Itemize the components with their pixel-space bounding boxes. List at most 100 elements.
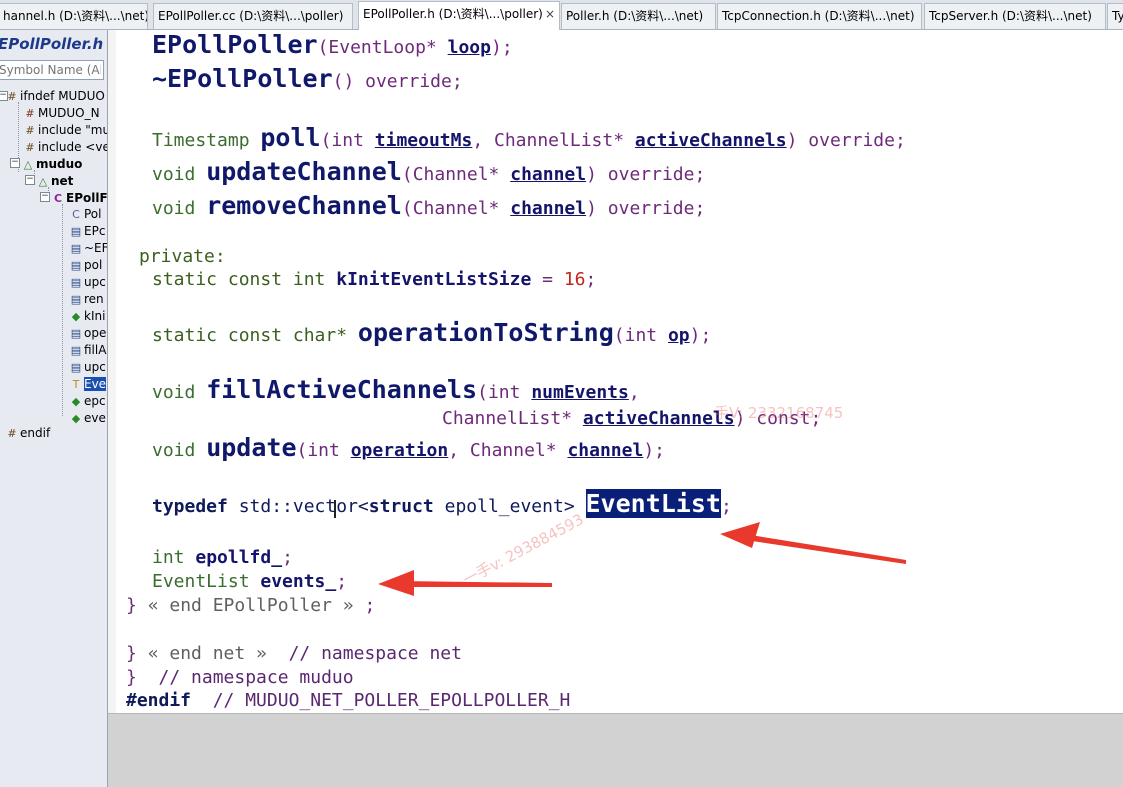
tab-label: EPollPoller.cc (D:\资料\...\poller) (158, 9, 344, 23)
code-line: ~EPollPoller() override; (152, 64, 463, 93)
member-icon: ◆ (71, 412, 81, 425)
code-editor[interactable]: EPollPoller(EventLoop* loop); ~EPollPoll… (108, 30, 1123, 713)
tree-item-label: Eve (84, 377, 107, 391)
tree-item[interactable]: ▤ fillA (70, 342, 107, 358)
tree-item-label: upc (84, 360, 106, 374)
tab-ty[interactable]: Ty (1107, 3, 1123, 29)
annotation-arrow-icon (720, 522, 906, 564)
tab-tcpserver-h[interactable]: TcpServer.h (D:\资料\...\net) (924, 3, 1106, 29)
tree-item-label: muduo (36, 157, 83, 171)
tab-channel-h[interactable]: hannel.h (D:\资料\...\net) (0, 3, 148, 29)
tree-item[interactable]: # ifndef MUDUO (6, 88, 105, 104)
method-icon: ▤ (70, 361, 82, 374)
code-line: #endif // MUDUO_NET_POLLER_EPOLLPOLLER_H (126, 690, 571, 711)
annotation-arrow-icon (378, 570, 552, 596)
tree-item[interactable]: # endif (6, 425, 50, 441)
tree-item-label: net (51, 174, 74, 188)
tree-item[interactable]: # include "mu (24, 122, 108, 138)
tree-item[interactable]: ◆ eve (70, 410, 106, 426)
selected-text: EventList (585, 489, 721, 518)
tree-item-label: ren (84, 292, 104, 306)
member-icon: ◆ (71, 310, 81, 323)
tree-item-label: ifndef MUDUO (20, 89, 105, 103)
tree-item[interactable]: △ net (37, 173, 74, 189)
code-line: void update(int operation, Channel* chan… (152, 433, 665, 462)
hash-icon: # (7, 427, 17, 440)
tree-item[interactable]: △ muduo (22, 156, 83, 172)
namespace-icon: △ (23, 158, 33, 171)
code-line: Timestamp poll(int timeoutMs, ChannelLis… (152, 123, 906, 152)
tree-item[interactable]: ▤ upc (70, 359, 106, 375)
tree-item[interactable]: ▤ pol (70, 257, 103, 273)
method-icon: ▤ (70, 259, 82, 272)
member-icon: ◆ (71, 395, 81, 408)
tree-item-label: include <ve (38, 140, 108, 154)
tab-label: hannel.h (D:\资料\...\net) (3, 9, 148, 23)
tree-line (62, 204, 63, 416)
tree-item-label: ~EF (84, 241, 108, 255)
tree-item[interactable]: # include <ve (24, 139, 108, 155)
tab-label: EPollPoller.h (D:\资料\...\poller) (363, 7, 543, 21)
code-line: void removeChannel(Channel* channel) ove… (152, 191, 706, 220)
method-icon: ▤ (70, 225, 82, 238)
code-line: typedef std::vector<struct epoll_event> … (152, 489, 732, 518)
tree-item[interactable]: ▤ upc (70, 274, 106, 290)
method-icon: ▤ (70, 276, 82, 289)
include-icon: # (25, 124, 35, 137)
collapse-toggle[interactable]: − (25, 175, 35, 185)
tree-item-label: pol (84, 258, 103, 272)
collapse-toggle[interactable]: − (40, 192, 50, 202)
code-line: } « end net » // namespace net (126, 643, 462, 664)
tree-item-label: endif (20, 426, 51, 440)
code-line: static const int kInitEventListSize = 16… (152, 269, 597, 290)
namespace-icon: △ (38, 175, 48, 188)
tab-tcpconnection-h[interactable]: TcpConnection.h (D:\资料\...\net) (717, 3, 922, 29)
tree-item-label: Pol (84, 207, 102, 221)
close-icon[interactable]: × (545, 2, 555, 26)
tree-item-label: epc (84, 394, 106, 408)
symbol-search-input[interactable] (0, 60, 104, 80)
typedef-icon: T (72, 378, 80, 391)
tree-item-label: fillA (84, 343, 107, 357)
code-line: EventList events_; (152, 571, 348, 592)
tab-epollpoller-cc[interactable]: EPollPoller.cc (D:\资料\...\poller) (153, 3, 353, 29)
include-icon: # (25, 141, 35, 154)
class-icon: C (72, 208, 80, 221)
tree-item[interactable]: ▤ ope (70, 325, 107, 341)
editor-tab-bar: hannel.h (D:\资料\...\net) EPollPoller.cc … (0, 0, 1123, 30)
tree-item[interactable]: ▤ EPc (70, 223, 106, 239)
collapse-toggle[interactable]: − (10, 158, 20, 168)
code-line: int epollfd_; (152, 547, 293, 568)
method-icon: ▤ (70, 242, 82, 255)
tab-label: Poller.h (D:\资料\...\net) (566, 9, 704, 23)
class-icon: C (53, 192, 63, 205)
tree-item-label: EPc (84, 224, 106, 238)
code-line: } // namespace muduo (126, 667, 354, 688)
hash-icon: # (7, 90, 17, 103)
tab-epollpoller-h[interactable]: EPollPoller.h (D:\资料\...\poller) × (358, 1, 560, 30)
define-icon: # (25, 107, 35, 120)
tree-item[interactable]: ◆ kIni (70, 308, 106, 324)
method-icon: ▤ (70, 344, 82, 357)
tree-item[interactable]: ◆ epc (70, 393, 106, 409)
tab-poller-h[interactable]: Poller.h (D:\资料\...\net) (561, 3, 716, 29)
tree-item[interactable]: ▤ ~EF (70, 240, 108, 256)
code-line: static const char* operationToString(int… (152, 318, 712, 347)
bottom-panel (108, 713, 1123, 787)
text-cursor (334, 500, 336, 518)
editor-gutter (108, 30, 116, 713)
tree-item[interactable]: C EPollF (52, 190, 107, 206)
watermark-text: 手V: 2332168745 (714, 404, 844, 422)
tree-item-selected[interactable]: T Eve (70, 376, 107, 392)
tab-label: Ty (1112, 9, 1123, 23)
tree-item[interactable]: ▤ ren (70, 291, 104, 307)
tab-label: TcpServer.h (D:\资料\...\net) (929, 9, 1092, 23)
tree-item-label: upc (84, 275, 106, 289)
tree-item-label: include "mu (38, 123, 108, 137)
tree-item-label: eve (84, 411, 106, 425)
tree-item[interactable]: # MUDUO_N (24, 105, 99, 121)
tree-item-label: kIni (84, 309, 106, 323)
tree-item[interactable]: C Pol (70, 206, 101, 222)
tree-item-label: ope (84, 326, 107, 340)
tab-label: TcpConnection.h (D:\资料\...\net) (722, 9, 915, 23)
